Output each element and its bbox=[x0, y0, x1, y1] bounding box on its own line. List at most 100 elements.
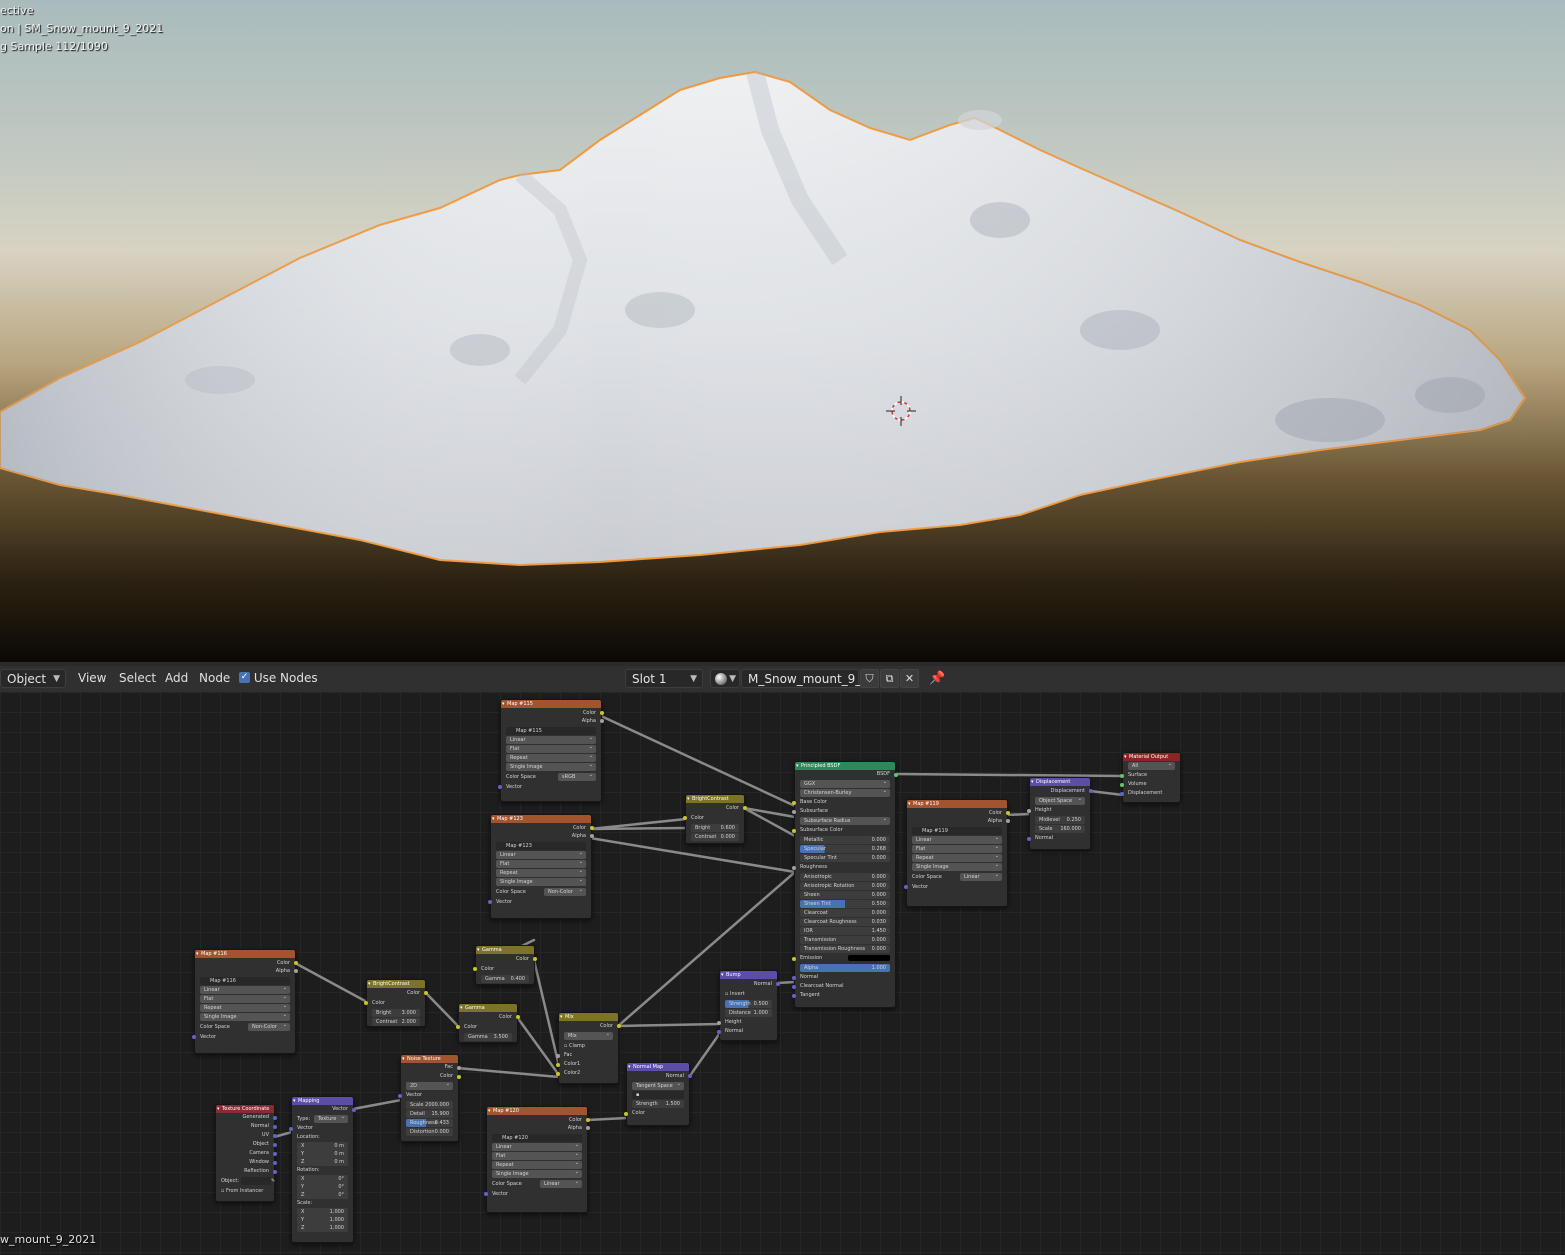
image-datablock[interactable]: Map #119 bbox=[912, 827, 1002, 835]
socket[interactable] bbox=[586, 1118, 590, 1122]
use-nodes-checkbox[interactable]: ✓ bbox=[239, 672, 250, 683]
socket[interactable] bbox=[590, 826, 594, 830]
socket[interactable] bbox=[792, 866, 796, 870]
menu-add[interactable]: Add bbox=[161, 669, 192, 688]
node-header[interactable]: Bump bbox=[720, 971, 777, 979]
node-header[interactable]: Mix bbox=[559, 1013, 618, 1021]
socket[interactable] bbox=[273, 1116, 277, 1120]
interpolation-dropdown[interactable]: Linear bbox=[912, 836, 1002, 844]
strength-field[interactable]: Strength 0.500 bbox=[725, 1000, 772, 1008]
distribution-dropdown[interactable]: GGX bbox=[800, 780, 890, 788]
socket[interactable] bbox=[457, 1066, 461, 1070]
shader-type-dropdown[interactable]: Object ▼ bbox=[0, 669, 66, 688]
socket[interactable] bbox=[294, 969, 298, 973]
space-dropdown[interactable]: Object Space bbox=[1035, 797, 1085, 805]
fake-user-shield-icon[interactable]: ⛉ bbox=[860, 669, 879, 688]
source-dropdown[interactable]: Single Image bbox=[496, 878, 586, 886]
socket[interactable] bbox=[273, 1134, 277, 1138]
node-normal-map[interactable]: Normal Map Normal Tangent Space ▪ Streng… bbox=[624, 1062, 692, 1126]
distortion-field[interactable]: Distortion 0.000 bbox=[406, 1128, 453, 1136]
node-header[interactable]: Principled BSDF bbox=[795, 762, 895, 770]
source-dropdown[interactable]: Single Image bbox=[492, 1170, 582, 1178]
projection-dropdown[interactable]: Flat bbox=[912, 845, 1002, 853]
socket[interactable] bbox=[556, 1072, 560, 1076]
object-picker[interactable] bbox=[240, 1176, 271, 1185]
socket[interactable] bbox=[1027, 837, 1031, 841]
socket[interactable] bbox=[1120, 792, 1124, 796]
distance-field[interactable]: Distance 1.000 bbox=[725, 1009, 772, 1017]
node-header[interactable]: Gamma bbox=[459, 1004, 517, 1012]
socket[interactable] bbox=[273, 1143, 277, 1147]
gamma-field[interactable]: Gamma 3.500 bbox=[464, 1033, 512, 1041]
socket[interactable] bbox=[904, 885, 908, 889]
node-image-texture-map119[interactable]: Map #119 Color Alpha Map #119 Linear Fla… bbox=[904, 799, 1010, 907]
socket[interactable] bbox=[894, 773, 898, 777]
clamp-checkbox[interactable]: ▫ Clamp bbox=[559, 1041, 618, 1051]
image-datablock[interactable]: Map #115 bbox=[506, 727, 596, 735]
scale-x-field[interactable]: X 1.000 bbox=[297, 1208, 348, 1216]
socket[interactable] bbox=[792, 829, 796, 833]
metallic-field[interactable]: Metallic 0.000 bbox=[800, 836, 890, 844]
socket[interactable] bbox=[556, 1063, 560, 1067]
transmission-field[interactable]: Transmission 0.000 bbox=[800, 936, 890, 944]
socket[interactable] bbox=[516, 1015, 520, 1019]
socket[interactable] bbox=[792, 801, 796, 805]
socket[interactable] bbox=[294, 961, 298, 965]
socket[interactable] bbox=[192, 1035, 196, 1039]
scale-field[interactable]: Scale 160.000 bbox=[1035, 825, 1085, 833]
socket[interactable] bbox=[792, 985, 796, 989]
location-y-field[interactable]: Y 0 m bbox=[297, 1150, 348, 1158]
detail-field[interactable]: Detail 15.900 bbox=[406, 1110, 453, 1118]
socket[interactable] bbox=[289, 1127, 293, 1131]
socket[interactable] bbox=[717, 1030, 721, 1034]
node-displacement[interactable]: Displacement Displacement Object Space H… bbox=[1027, 777, 1093, 850]
color-space-dropdown[interactable]: sRGB bbox=[558, 773, 596, 781]
node-image-texture-map123[interactable]: Map #123 Color Alpha Map #123 Linear Fla… bbox=[488, 814, 594, 919]
projection-dropdown[interactable]: Flat bbox=[496, 860, 586, 868]
sheen-tint-field[interactable]: Sheen Tint 0.500 bbox=[800, 900, 890, 908]
socket[interactable] bbox=[792, 957, 796, 961]
invert-checkbox[interactable]: ▫ Invert bbox=[720, 989, 777, 999]
ior-field[interactable]: IOR 1.450 bbox=[800, 927, 890, 935]
socket[interactable] bbox=[273, 1152, 277, 1156]
image-datablock[interactable]: Map #120 bbox=[492, 1134, 582, 1142]
socket[interactable] bbox=[273, 1125, 277, 1129]
3d-viewport[interactable]: ective on | SM_Snow_mount_9_2021 g Sampl… bbox=[0, 0, 1565, 662]
socket[interactable] bbox=[717, 1021, 721, 1025]
subsurface-method-dropdown[interactable]: Christensen-Burley bbox=[800, 789, 890, 797]
socket[interactable] bbox=[600, 711, 604, 715]
node-material-output[interactable]: Material Output All Surface Volume Displ… bbox=[1120, 752, 1181, 803]
scale-field[interactable]: Scale 2000.000 bbox=[406, 1101, 453, 1109]
socket[interactable] bbox=[456, 1025, 460, 1029]
target-dropdown[interactable]: All bbox=[1128, 762, 1175, 770]
source-dropdown[interactable]: Single Image bbox=[200, 1013, 290, 1021]
anisotropic-field[interactable]: Anisotropic 0.000 bbox=[800, 873, 890, 881]
projection-dropdown[interactable]: Flat bbox=[506, 745, 596, 753]
socket[interactable] bbox=[533, 957, 537, 961]
color-space-dropdown[interactable]: Linear bbox=[540, 1180, 582, 1188]
eyedropper-icon[interactable]: ✎ bbox=[271, 1178, 275, 1184]
location-x-field[interactable]: X 0 m bbox=[297, 1142, 348, 1150]
socket[interactable] bbox=[364, 1001, 368, 1005]
image-datablock[interactable]: Map #123 bbox=[496, 842, 586, 850]
anisotropic-rotation-field[interactable]: Anisotropic Rotation 0.000 bbox=[800, 882, 890, 890]
node-bump[interactable]: Bump Normal ▫ Invert Strength0.500 Dista… bbox=[717, 970, 780, 1041]
socket[interactable] bbox=[624, 1112, 628, 1116]
socket[interactable] bbox=[1006, 819, 1010, 823]
clearcoat-roughness-field[interactable]: Clearcoat Roughness 0.030 bbox=[800, 918, 890, 926]
transmission-roughness-field[interactable]: Transmission Roughness 0.000 bbox=[800, 945, 890, 953]
socket[interactable] bbox=[743, 806, 747, 810]
bright-field[interactable]: Bright 0.600 bbox=[691, 824, 739, 832]
node-editor-canvas[interactable]: Map #115 Color Alpha Map #115 Linear Fla… bbox=[0, 692, 1565, 1255]
gamma-field[interactable]: Gamma 0.400 bbox=[481, 975, 529, 983]
node-image-texture-map116[interactable]: Map #116 Color Alpha Map #116 Linear Fla… bbox=[192, 949, 298, 1054]
interpolation-dropdown[interactable]: Linear bbox=[506, 736, 596, 744]
node-header[interactable]: BrightContrast bbox=[686, 795, 744, 803]
image-datablock[interactable]: Map #116 bbox=[200, 977, 290, 985]
3d-cursor-icon[interactable] bbox=[886, 396, 916, 426]
use-nodes-toggle[interactable]: ✓ Use Nodes bbox=[239, 669, 318, 688]
node-header[interactable]: Map #116 bbox=[195, 950, 295, 958]
projection-dropdown[interactable]: Flat bbox=[200, 995, 290, 1003]
socket[interactable] bbox=[488, 900, 492, 904]
node-header[interactable]: Map #115 bbox=[501, 700, 601, 708]
